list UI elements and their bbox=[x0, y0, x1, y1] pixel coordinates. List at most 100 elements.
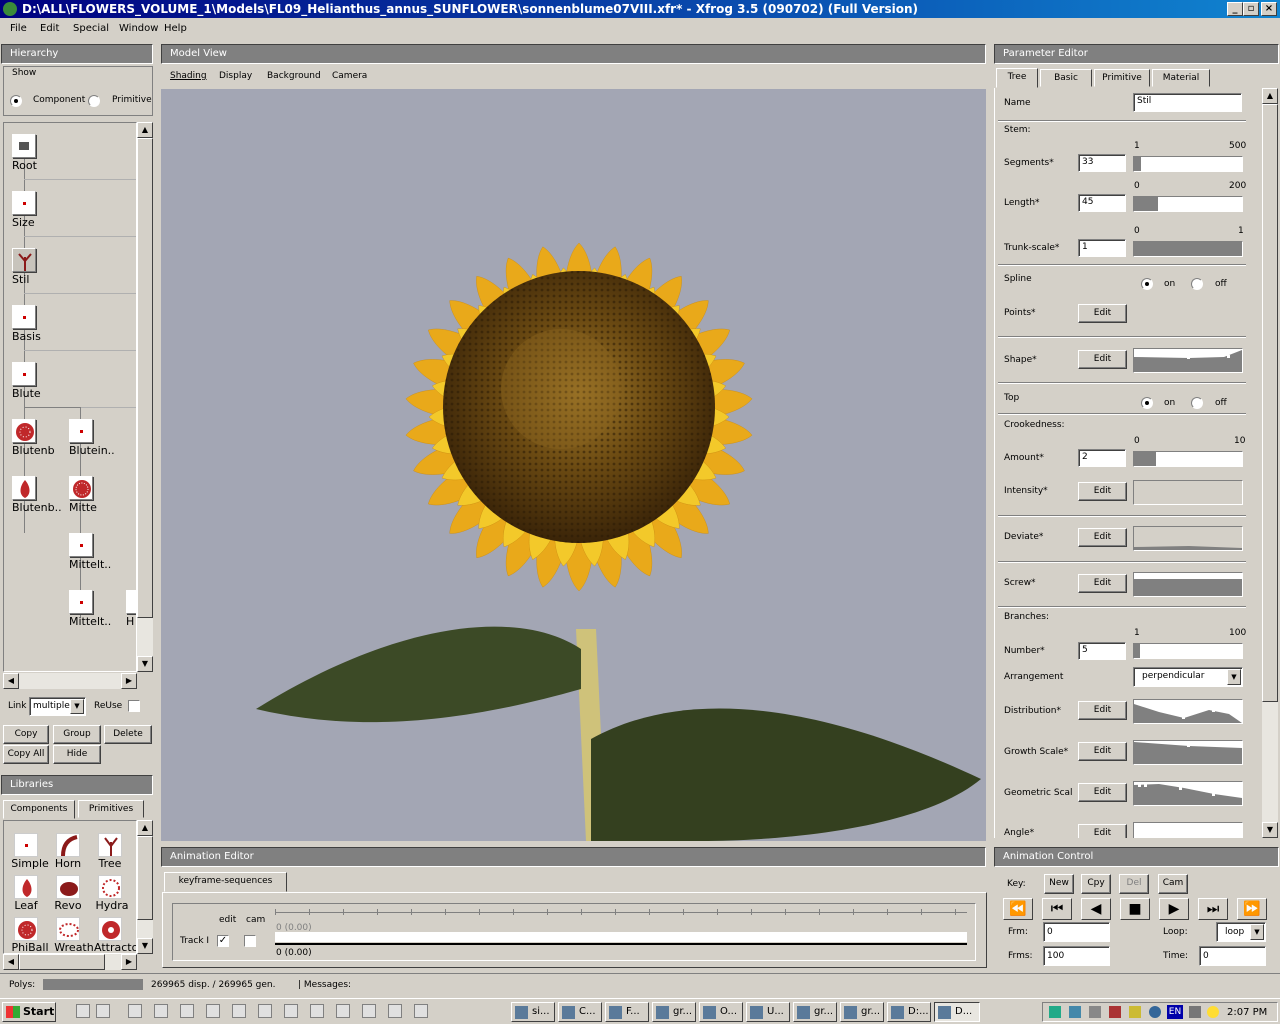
intensity-curve[interactable] bbox=[1133, 480, 1243, 505]
quicklaunch-icon[interactable] bbox=[206, 1004, 220, 1018]
menu-camera[interactable]: Camera bbox=[332, 71, 367, 81]
step-back-icon[interactable]: ◀ bbox=[1081, 898, 1111, 920]
key-delete-button[interactable]: Del bbox=[1119, 874, 1149, 894]
taskbar-item[interactable]: gr... bbox=[840, 1002, 884, 1022]
deviate-edit-button[interactable]: Edit bbox=[1078, 528, 1127, 547]
node-mitte-icon[interactable] bbox=[69, 476, 93, 500]
trunk-scale-slider[interactable] bbox=[1133, 241, 1243, 257]
scroll-down-icon[interactable]: ▼ bbox=[137, 656, 153, 672]
node-size-icon[interactable] bbox=[12, 191, 36, 215]
taskbar-item[interactable]: O... bbox=[699, 1002, 743, 1022]
growth-scale-curve[interactable] bbox=[1133, 740, 1243, 765]
quicklaunch-icon[interactable] bbox=[154, 1004, 168, 1018]
hierarchy-vscroll[interactable]: ▲ ▼ bbox=[137, 122, 153, 672]
tab-components[interactable]: Components bbox=[3, 800, 75, 819]
menu-display[interactable]: Display bbox=[219, 71, 252, 81]
scroll-up-icon[interactable]: ▲ bbox=[137, 820, 153, 836]
angle-curve[interactable] bbox=[1133, 822, 1243, 838]
intensity-edit-button[interactable]: Edit bbox=[1078, 482, 1127, 501]
component-radio[interactable] bbox=[10, 95, 22, 107]
primitive-radio[interactable] bbox=[88, 95, 100, 107]
node-h-icon[interactable] bbox=[126, 590, 136, 614]
node-blute-icon[interactable] bbox=[12, 362, 36, 386]
taskbar-item[interactable]: F... bbox=[605, 1002, 649, 1022]
time-field[interactable]: 0 bbox=[1199, 946, 1266, 966]
leaf-icon[interactable] bbox=[14, 875, 38, 899]
quicklaunch-icon[interactable] bbox=[336, 1004, 350, 1018]
globe-icon[interactable] bbox=[1149, 1006, 1161, 1018]
angle-edit-button[interactable]: Edit bbox=[1078, 824, 1127, 838]
tab-keyframe-sequences[interactable]: keyframe-sequences bbox=[164, 872, 287, 892]
copy-all-button[interactable]: Copy All bbox=[3, 745, 49, 764]
menu-shading[interactable]: Shading bbox=[170, 71, 207, 81]
language-indicator[interactable]: EN bbox=[1167, 1005, 1183, 1019]
quicklaunch-icon[interactable] bbox=[310, 1004, 324, 1018]
quicklaunch-icon[interactable] bbox=[284, 1004, 298, 1018]
quicklaunch-icon[interactable] bbox=[362, 1004, 376, 1018]
shape-curve[interactable] bbox=[1133, 348, 1243, 373]
length-field[interactable]: 45 bbox=[1078, 194, 1126, 212]
quicklaunch-icon[interactable] bbox=[180, 1004, 194, 1018]
geometric-scale-edit-button[interactable]: Edit bbox=[1078, 783, 1127, 802]
minimize-button[interactable]: _ bbox=[1227, 2, 1243, 16]
node-root-icon[interactable] bbox=[12, 134, 36, 158]
wreath-icon[interactable] bbox=[56, 917, 80, 941]
spline-on-radio[interactable] bbox=[1141, 278, 1153, 290]
phiball-icon[interactable] bbox=[14, 917, 38, 941]
points-edit-button[interactable]: Edit bbox=[1078, 304, 1127, 323]
rewind-icon[interactable]: ⏪ bbox=[1003, 898, 1033, 920]
top-on-radio[interactable] bbox=[1141, 397, 1153, 409]
tab-primitives[interactable]: Primitives bbox=[78, 800, 144, 818]
revo-icon[interactable] bbox=[56, 875, 80, 899]
node-blutenb2-icon[interactable] bbox=[12, 476, 36, 500]
quicklaunch-icon[interactable] bbox=[96, 1004, 110, 1018]
key-new-button[interactable]: New bbox=[1044, 874, 1074, 894]
reuse-checkbox[interactable] bbox=[128, 700, 140, 712]
stop-icon[interactable]: ■ bbox=[1120, 898, 1150, 920]
taskbar-item[interactable]: gr... bbox=[793, 1002, 837, 1022]
node-stil-icon[interactable] bbox=[12, 248, 36, 272]
screw-curve[interactable] bbox=[1133, 572, 1243, 597]
group-button[interactable]: Group bbox=[53, 725, 101, 744]
scroll-right-icon[interactable]: ▶ bbox=[121, 673, 137, 689]
track-cam-checkbox[interactable] bbox=[244, 935, 256, 947]
name-field[interactable]: Stil bbox=[1133, 93, 1242, 112]
model-viewport[interactable] bbox=[161, 89, 986, 841]
menu-file[interactable]: File bbox=[10, 23, 27, 34]
library-vscroll[interactable]: ▲ ▼ bbox=[137, 820, 153, 954]
node-mittelt2-icon[interactable] bbox=[69, 590, 93, 614]
node-mittelt-icon[interactable] bbox=[69, 533, 93, 557]
taskbar-item[interactable]: si... bbox=[511, 1002, 555, 1022]
maximize-button[interactable]: ▫ bbox=[1243, 2, 1259, 16]
distribution-curve[interactable] bbox=[1133, 699, 1243, 724]
scroll-thumb[interactable] bbox=[137, 138, 153, 618]
loop-select[interactable]: loop ▼ bbox=[1216, 922, 1266, 942]
menu-help[interactable]: Help bbox=[164, 23, 187, 34]
scroll-thumb[interactable] bbox=[19, 954, 105, 970]
attractor-icon[interactable] bbox=[98, 917, 122, 941]
copy-button[interactable]: Copy bbox=[3, 725, 49, 744]
tree-icon[interactable] bbox=[98, 833, 122, 857]
arrangement-select[interactable]: perpendicular ▼ bbox=[1133, 667, 1243, 687]
tray-icon[interactable] bbox=[1109, 1006, 1121, 1018]
key-cam-button[interactable]: Cam bbox=[1158, 874, 1188, 894]
fast-forward-icon[interactable]: ⏩ bbox=[1237, 898, 1267, 920]
chevron-down-icon[interactable]: ▼ bbox=[1250, 924, 1264, 940]
frms-field[interactable]: 100 bbox=[1043, 946, 1110, 966]
skip-end-icon[interactable]: ⏭ bbox=[1198, 898, 1228, 920]
number-slider[interactable] bbox=[1133, 643, 1243, 659]
segments-slider[interactable] bbox=[1133, 156, 1243, 172]
top-off-radio[interactable] bbox=[1191, 397, 1203, 409]
key-copy-button[interactable]: Cpy bbox=[1081, 874, 1111, 894]
scroll-down-icon[interactable]: ▼ bbox=[137, 938, 153, 954]
play-icon[interactable]: ▶ bbox=[1159, 898, 1189, 920]
tab-tree[interactable]: Tree bbox=[996, 68, 1038, 88]
scroll-up-icon[interactable]: ▲ bbox=[137, 122, 153, 138]
scroll-left-icon[interactable]: ◀ bbox=[3, 673, 19, 689]
distribution-edit-button[interactable]: Edit bbox=[1078, 701, 1127, 720]
bulb-icon[interactable] bbox=[1207, 1006, 1219, 1018]
screw-edit-button[interactable]: Edit bbox=[1078, 574, 1127, 593]
tray-icon[interactable] bbox=[1089, 1006, 1101, 1018]
deviate-curve[interactable] bbox=[1133, 526, 1243, 551]
length-slider[interactable] bbox=[1133, 196, 1243, 212]
